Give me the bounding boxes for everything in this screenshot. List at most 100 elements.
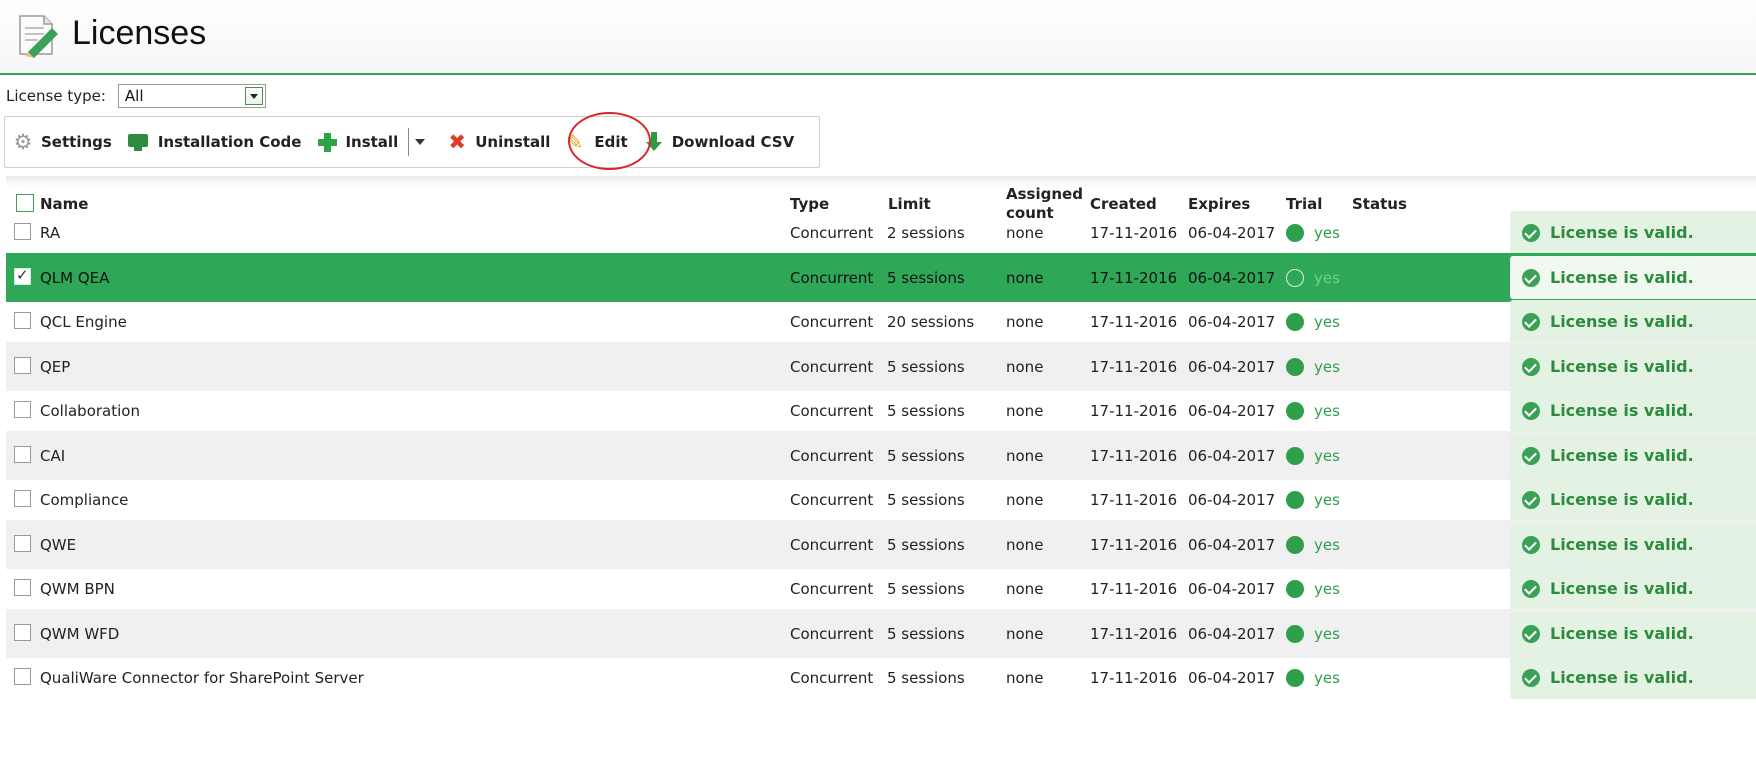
status-badge: License is valid. bbox=[1510, 389, 1756, 432]
table-row[interactable]: QCL Engine Concurrent 20 sessions none 1… bbox=[6, 297, 1756, 346]
cell-assigned-count: none bbox=[1006, 579, 1044, 598]
cell-expires: 06-04-2017 bbox=[1188, 490, 1276, 509]
trial-status-dot-icon bbox=[1286, 312, 1304, 331]
cell-limit: 20 sessions bbox=[887, 312, 975, 331]
table-row[interactable]: QualiWare Connector for SharePoint Serve… bbox=[6, 653, 1756, 702]
cell-name: Compliance bbox=[40, 490, 129, 509]
cell-created: 17-11-2016 bbox=[1090, 579, 1178, 598]
row-checkbox[interactable] bbox=[14, 312, 31, 329]
table-row[interactable]: Compliance Concurrent 5 sessions none 17… bbox=[6, 475, 1756, 524]
cell-assigned-count: none bbox=[1006, 268, 1044, 287]
cell-limit: 5 sessions bbox=[887, 446, 965, 465]
check-circle-icon bbox=[1522, 223, 1540, 242]
row-checkbox[interactable] bbox=[14, 624, 31, 641]
cell-trial: yes bbox=[1286, 297, 1340, 346]
cell-type: Concurrent bbox=[790, 579, 874, 598]
check-circle-icon bbox=[1522, 357, 1540, 376]
table-row[interactable]: CAI Concurrent 5 sessions none 17-11-201… bbox=[6, 431, 1756, 480]
table-row[interactable]: QWM BPN Concurrent 5 sessions none 17-11… bbox=[6, 564, 1756, 613]
cell-assigned-count: none bbox=[1006, 535, 1044, 554]
row-checkbox[interactable] bbox=[14, 490, 31, 507]
cell-created: 17-11-2016 bbox=[1090, 268, 1178, 287]
status-badge: License is valid. bbox=[1510, 656, 1756, 699]
table-row[interactable]: QEP Concurrent 5 sessions none 17-11-201… bbox=[6, 342, 1756, 391]
table-row[interactable]: RA Concurrent 2 sessions none 17-11-2016… bbox=[6, 208, 1756, 257]
trial-text: yes bbox=[1314, 401, 1340, 420]
cell-limit: 5 sessions bbox=[887, 579, 965, 598]
trial-status-dot-icon bbox=[1286, 579, 1304, 598]
trial-text: yes bbox=[1314, 535, 1340, 554]
status-badge: License is valid. bbox=[1510, 256, 1756, 299]
row-checkbox[interactable] bbox=[14, 446, 31, 463]
trial-text: yes bbox=[1314, 268, 1340, 287]
row-checkbox[interactable] bbox=[14, 579, 31, 596]
chevron-down-icon[interactable] bbox=[244, 87, 263, 105]
cell-limit: 5 sessions bbox=[887, 535, 965, 554]
install-dropdown-chevron-down-icon[interactable] bbox=[415, 139, 426, 145]
table-row[interactable]: QLM QEA Concurrent 5 sessions none 17-11… bbox=[6, 253, 1756, 302]
cell-type: Concurrent bbox=[790, 357, 874, 376]
check-circle-icon bbox=[1522, 490, 1540, 509]
uninstall-button[interactable]: ✖ Uninstall bbox=[447, 132, 550, 153]
row-checkbox[interactable] bbox=[14, 266, 31, 285]
table-row[interactable]: Collaboration Concurrent 5 sessions none… bbox=[6, 386, 1756, 435]
cell-expires: 06-04-2017 bbox=[1188, 624, 1276, 643]
status-text: License is valid. bbox=[1550, 668, 1694, 687]
cell-created: 17-11-2016 bbox=[1090, 312, 1178, 331]
check-circle-icon bbox=[1522, 668, 1540, 687]
check-circle-icon bbox=[1522, 268, 1540, 287]
row-checkbox[interactable] bbox=[14, 535, 31, 552]
edit-highlight-circle bbox=[568, 112, 651, 170]
cell-created: 17-11-2016 bbox=[1090, 357, 1178, 376]
cell-trial: yes bbox=[1286, 609, 1340, 658]
cell-expires: 06-04-2017 bbox=[1188, 579, 1276, 598]
trial-text: yes bbox=[1314, 223, 1340, 242]
table-row[interactable]: QWM WFD Concurrent 5 sessions none 17-11… bbox=[6, 609, 1756, 658]
cell-trial: yes bbox=[1286, 342, 1340, 391]
cell-type: Concurrent bbox=[790, 535, 874, 554]
cell-limit: 5 sessions bbox=[887, 357, 965, 376]
license-type-value: All bbox=[124, 87, 144, 105]
check-circle-icon bbox=[1522, 312, 1540, 331]
row-checkbox[interactable] bbox=[14, 668, 31, 685]
row-checkbox[interactable] bbox=[14, 401, 31, 418]
cell-name: CAI bbox=[40, 446, 66, 465]
status-text: License is valid. bbox=[1550, 624, 1694, 643]
settings-button[interactable]: ⚙ Settings bbox=[13, 130, 112, 154]
cell-name: QLM QEA bbox=[40, 268, 110, 287]
cell-name: QWM WFD bbox=[40, 624, 120, 643]
check-circle-icon bbox=[1522, 446, 1540, 465]
trial-text: yes bbox=[1314, 624, 1340, 643]
table-row[interactable]: QWE Concurrent 5 sessions none 17-11-201… bbox=[6, 520, 1756, 569]
cell-assigned-count: none bbox=[1006, 401, 1044, 420]
row-checkbox[interactable] bbox=[14, 357, 31, 374]
row-checkbox[interactable] bbox=[14, 223, 31, 240]
trial-status-dot-icon bbox=[1286, 268, 1304, 287]
cell-assigned-count: none bbox=[1006, 624, 1044, 643]
trial-status-dot-icon bbox=[1286, 668, 1304, 687]
cell-trial: yes bbox=[1286, 520, 1340, 569]
plus-icon bbox=[317, 132, 338, 152]
cell-expires: 06-04-2017 bbox=[1188, 312, 1276, 331]
cell-name: QualiWare Connector for SharePoint Serve… bbox=[40, 668, 364, 687]
status-text: License is valid. bbox=[1550, 223, 1694, 242]
installation-code-button[interactable]: Installation Code bbox=[127, 132, 301, 152]
cell-limit: 5 sessions bbox=[887, 624, 965, 643]
trial-status-dot-icon bbox=[1286, 490, 1304, 509]
download-csv-button[interactable]: Download CSV bbox=[644, 132, 795, 152]
check-circle-icon bbox=[1522, 535, 1540, 554]
cell-limit: 5 sessions bbox=[887, 668, 965, 687]
gear-icon: ⚙ bbox=[13, 130, 33, 154]
cell-type: Concurrent bbox=[790, 490, 874, 509]
cell-expires: 06-04-2017 bbox=[1188, 357, 1276, 376]
status-text: License is valid. bbox=[1550, 357, 1694, 376]
install-button[interactable]: Install bbox=[317, 132, 398, 152]
cell-created: 17-11-2016 bbox=[1090, 668, 1178, 687]
license-document-icon bbox=[19, 15, 58, 58]
settings-label: Settings bbox=[41, 133, 112, 151]
cell-trial: yes bbox=[1286, 431, 1340, 480]
status-badge: License is valid. bbox=[1510, 523, 1756, 566]
license-type-select[interactable]: All bbox=[117, 84, 266, 108]
download-csv-label: Download CSV bbox=[671, 133, 795, 151]
cell-expires: 06-04-2017 bbox=[1188, 446, 1276, 465]
